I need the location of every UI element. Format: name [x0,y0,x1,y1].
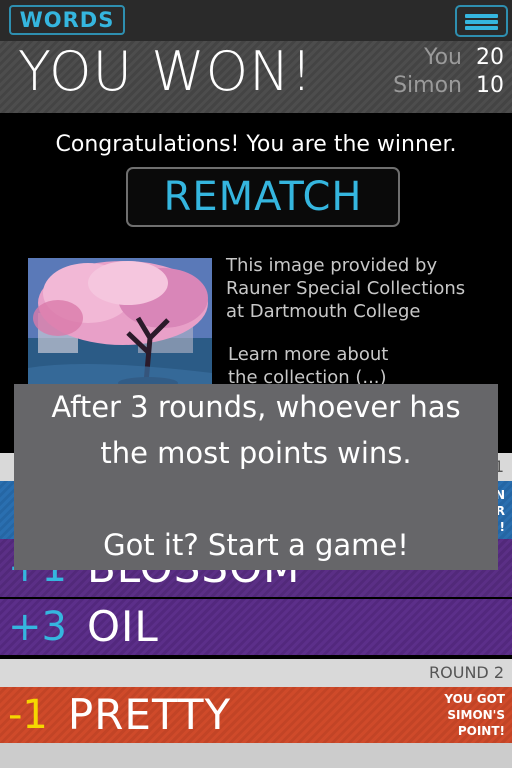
word-text: PRETTY [67,690,232,739]
word-row-oil: +3 OIL [0,599,512,655]
note-line: YOU GOT [444,692,505,706]
opponent-name: Simon [393,73,462,98]
word-row-pretty: -1 PRETTY YOU GOT SIMON'S POINT! [0,687,512,743]
learn-line: Learn more about [228,344,389,365]
tooltip-line: After 3 rounds, whoever has [51,390,461,424]
tooltip-start-line: Got it? Start a game! [103,528,409,562]
word-points: +3 [8,604,67,650]
credit-line: This image provided by [226,255,438,276]
player-name: You [424,45,462,70]
cherry-blossom-painting[interactable] [28,258,212,388]
score-you: You 20 [424,47,504,69]
app-logo[interactable]: WORDS [9,5,125,35]
result-headline: YOU WON! [18,40,314,103]
opponent-score: 10 [476,73,504,98]
top-bar: WORDS [0,0,512,41]
hamburger-menu-icon[interactable] [455,5,508,37]
note-line: SIMON'S [447,708,505,722]
learn-more-link[interactable]: Learn more about the collection (...) [228,343,388,389]
note-line: POINT! [457,724,505,738]
word-points: -1 [8,692,48,738]
player-score: 20 [476,45,504,70]
score-simon: Simon 10 [393,75,504,97]
credit-line: Rauner Special Collections [226,278,466,299]
tutorial-tooltip[interactable]: After 3 rounds, whoever has the most poi… [14,384,498,570]
congrats-message: Congratulations! You are the winner. [55,132,457,157]
rematch-button[interactable]: REMATCH [126,167,400,227]
credit-line: at Dartmouth College [226,301,421,322]
round-2-header: ROUND 2 [0,659,512,687]
bottom-strip [0,743,512,768]
word-text: OIL [86,602,159,651]
tooltip-line: the most points wins. [100,436,412,470]
row-note: YOU GOT SIMON'S POINT! [444,691,505,739]
image-credit: This image provided by Rauner Special Co… [226,254,465,323]
